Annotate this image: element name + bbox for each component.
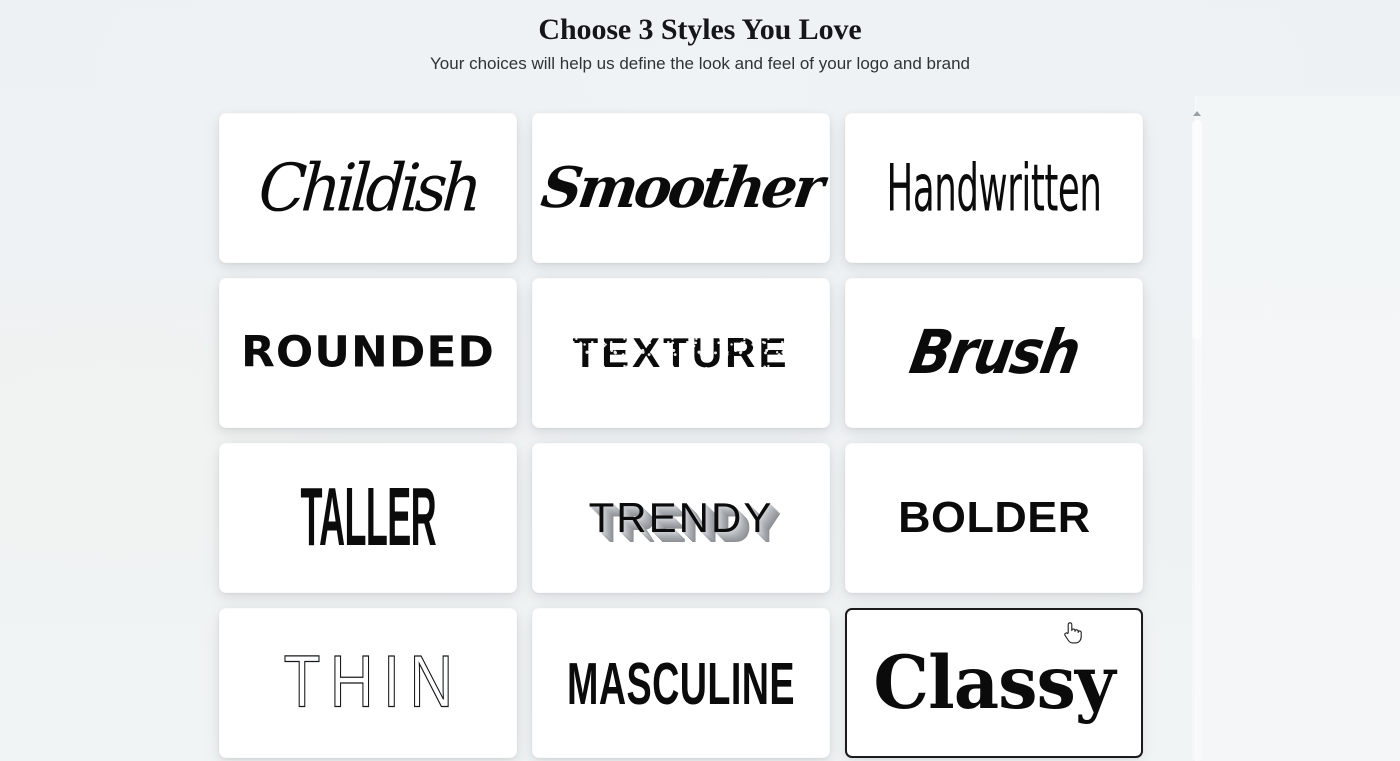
style-card-label: Brush — [904, 317, 1084, 388]
style-card-label: ROUNDED — [241, 327, 495, 378]
style-card-rounded[interactable]: ROUNDED — [219, 278, 517, 428]
style-card-label: TRENDY — [588, 494, 774, 541]
style-card-label: Childish — [256, 148, 480, 227]
triangle-up-glyph — [1193, 110, 1201, 116]
style-card-label: Classy — [873, 639, 1115, 726]
scrollbar-track[interactable] — [1192, 120, 1202, 761]
style-card-taller[interactable]: TALLER — [219, 443, 517, 593]
style-card-smoother[interactable]: Smoother — [532, 113, 830, 263]
style-card-texture[interactable]: TEXTURE — [532, 278, 830, 428]
style-card-masculine[interactable]: MASCULINE — [532, 608, 830, 758]
page-subtitle: Your choices will help us define the loo… — [430, 54, 970, 73]
styles-grid: Childish Smoother Handwritten ROUNDED TE… — [219, 113, 1145, 758]
style-card-label: BOLDER — [897, 493, 1091, 542]
style-card-trendy[interactable]: TRENDY — [532, 443, 830, 593]
style-picker-page: Choose 3 Styles You Love Your choices wi… — [0, 0, 1400, 761]
style-card-brush[interactable]: Brush — [845, 278, 1143, 428]
scroll-up-arrow-icon[interactable] — [1191, 108, 1203, 118]
style-card-label: Handwritten — [886, 149, 1102, 227]
style-card-label: Smoother — [537, 155, 825, 221]
styles-scroll-viewport[interactable]: Childish Smoother Handwritten ROUNDED TE… — [0, 96, 1196, 761]
page-header: Choose 3 Styles You Love Your choices wi… — [0, 0, 1400, 76]
style-card-label: TEXTURE — [568, 326, 794, 380]
style-card-classy[interactable]: Classy — [845, 608, 1143, 758]
style-card-label: THIN — [283, 641, 463, 724]
style-card-handwritten[interactable]: Handwritten — [845, 113, 1143, 263]
vertical-scrollbar[interactable] — [1190, 96, 1204, 761]
style-card-label: TALLER — [300, 471, 436, 564]
style-card-thin[interactable]: THIN — [219, 608, 517, 758]
style-card-bolder[interactable]: BOLDER — [845, 443, 1143, 593]
style-card-childish[interactable]: Childish — [219, 113, 517, 263]
scrollbar-thumb[interactable] — [1192, 120, 1202, 340]
right-gutter-panel — [1196, 96, 1400, 761]
page-title: Choose 3 Styles You Love — [538, 13, 862, 46]
style-card-label: MASCULINE — [567, 649, 795, 717]
